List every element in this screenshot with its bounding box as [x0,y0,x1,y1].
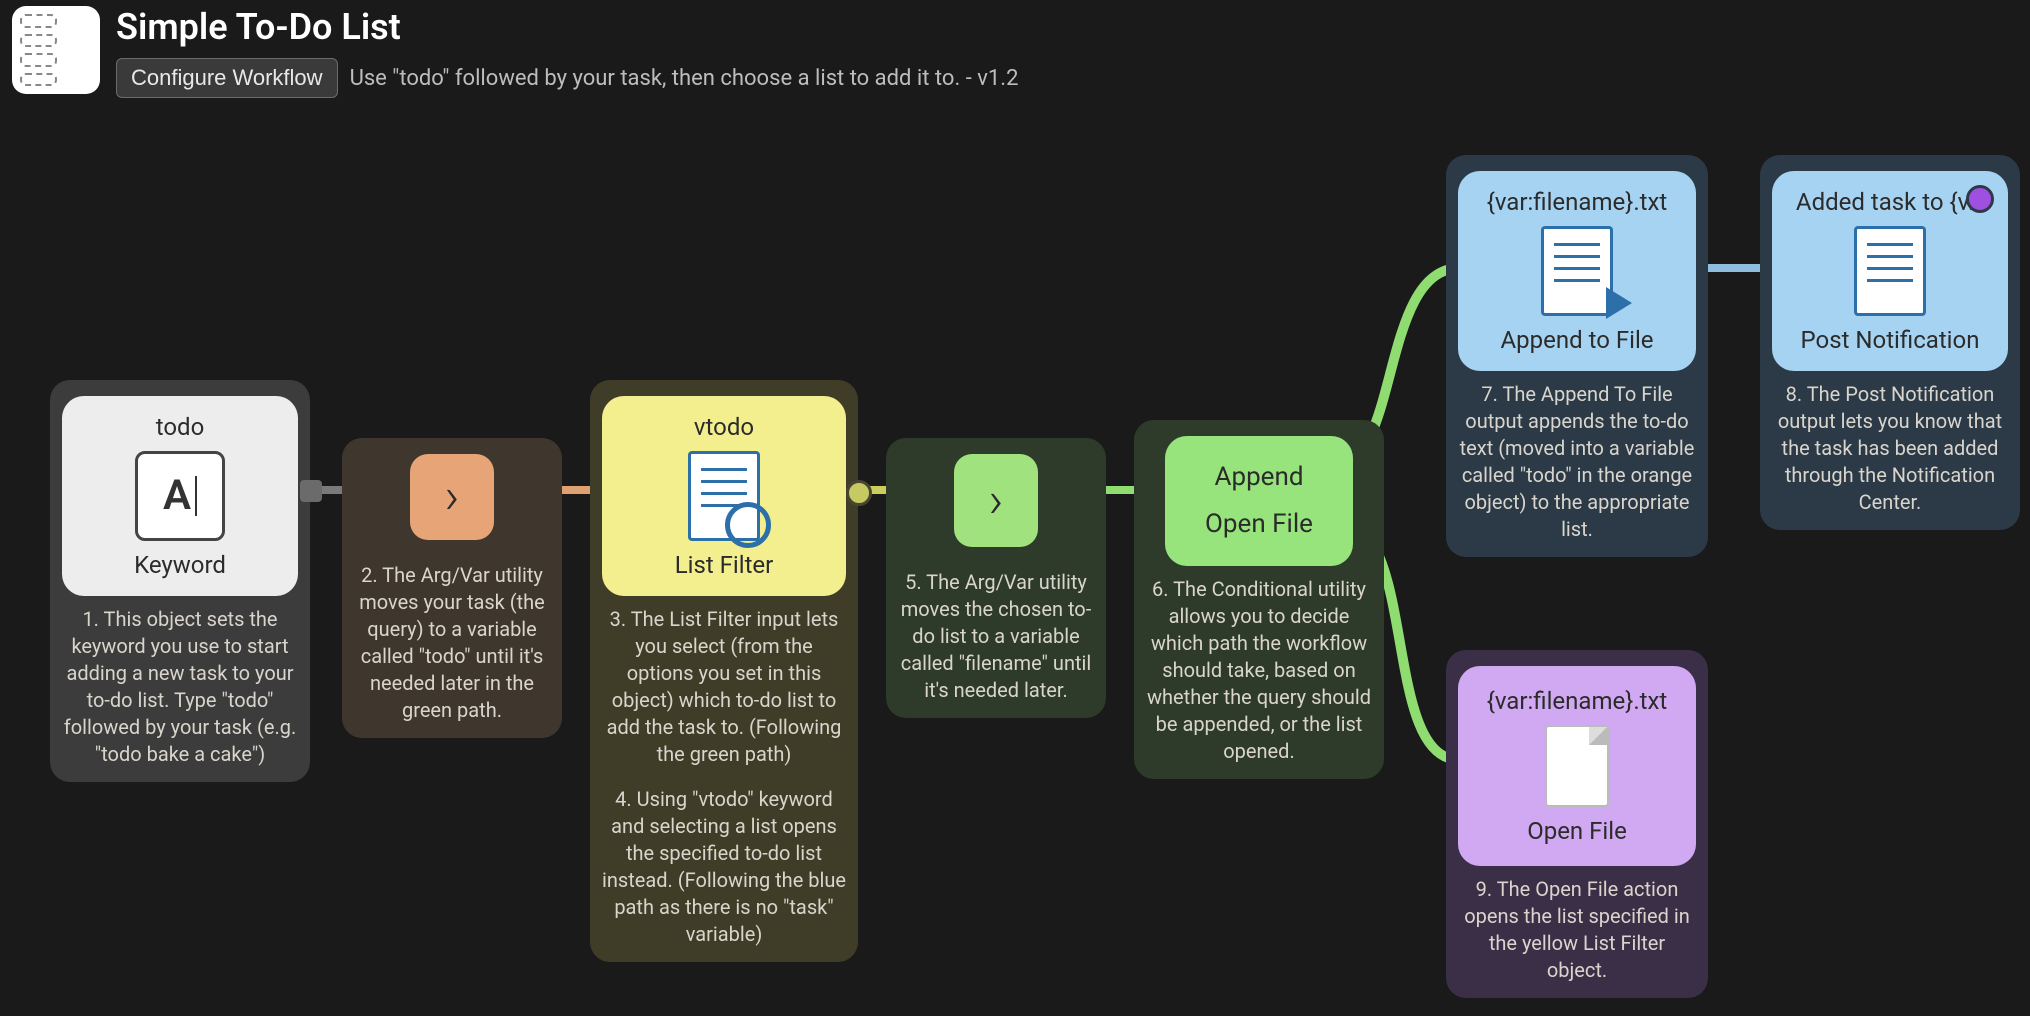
notification-badge-icon [1966,185,1994,213]
post-note: 8. The Post Notification output lets you… [1772,381,2008,516]
conditional-tile: Append Open File [1165,436,1353,566]
post-caption: Post Notification [1801,324,1980,356]
workflow-icon [12,6,100,94]
node-append-to-file[interactable]: {var:filename}.txt Append to File 7. The… [1446,155,1708,557]
workflow-description: Use "todo" followed by your task, then c… [350,66,1019,91]
open-caption: Open File [1527,815,1627,847]
conditional-line-append: Append [1215,458,1304,497]
output-port[interactable] [846,480,872,506]
workflow-title: Simple To-Do List [116,6,1018,48]
node-argvar-2[interactable]: › 5. The Arg/Var utility moves the chose… [886,438,1106,718]
output-port[interactable] [300,480,322,502]
argvar2-note: 5. The Arg/Var utility moves the chosen … [898,569,1094,704]
append-title: {var:filename}.txt [1487,186,1668,218]
keyword-title: todo [156,411,205,443]
listfilter-tile: vtodo List Filter [602,396,846,596]
keyword-caption: Keyword [134,549,226,581]
listfilter-caption: List Filter [675,549,774,581]
post-tile: Added task to {v… Post Notification [1772,171,2008,371]
node-post-notification[interactable]: Added task to {v… Post Notification 8. T… [1760,155,2020,530]
argvar2-tile: › [954,454,1038,547]
open-title: {var:filename}.txt [1487,685,1668,717]
listfilter-title: vtodo [694,411,754,443]
argvar1-tile: › [410,454,494,540]
open-tile: {var:filename}.txt Open File [1458,666,1696,866]
listfilter-note-4: 4. Using "vtodo" keyword and selecting a… [602,786,846,948]
workflow-header: Simple To-Do List Configure Workflow Use… [12,6,1018,98]
open-note: 9. The Open File action opens the list s… [1458,876,1696,984]
keyword-tile: todo A Keyword [62,396,298,596]
post-title: Added task to {v… [1796,186,1984,218]
list-search-icon [688,451,760,541]
conditional-line-open: Open File [1205,505,1313,544]
node-open-file[interactable]: {var:filename}.txt Open File 9. The Open… [1446,650,1708,998]
node-conditional[interactable]: Append Open File 6. The Conditional util… [1134,420,1384,779]
node-list-filter[interactable]: vtodo List Filter 3. The List Filter inp… [590,380,858,962]
conditional-note: 6. The Conditional utility allows you to… [1146,576,1372,765]
argvar1-note: 2. The Arg/Var utility moves your task (… [354,562,550,724]
append-file-icon [1541,226,1613,316]
keyword-icon: A [135,451,225,541]
chevron-right-icon: › [989,464,1004,537]
listfilter-note-3: 3. The List Filter input lets you select… [602,606,846,768]
notification-icon [1854,226,1926,316]
append-note: 7. The Append To File output appends the… [1458,381,1696,543]
node-argvar-1[interactable]: › 2. The Arg/Var utility moves your task… [342,438,562,738]
file-icon [1545,725,1609,807]
workflow-canvas: Simple To-Do List Configure Workflow Use… [0,0,2030,1016]
configure-workflow-button[interactable]: Configure Workflow [116,58,338,98]
keyword-note: 1. This object sets the keyword you use … [62,606,298,768]
append-tile: {var:filename}.txt Append to File [1458,171,1696,371]
chevron-right-icon: › [445,464,460,530]
node-keyword[interactable]: todo A Keyword 1. This object sets the k… [50,380,310,782]
append-caption: Append to File [1501,324,1654,356]
